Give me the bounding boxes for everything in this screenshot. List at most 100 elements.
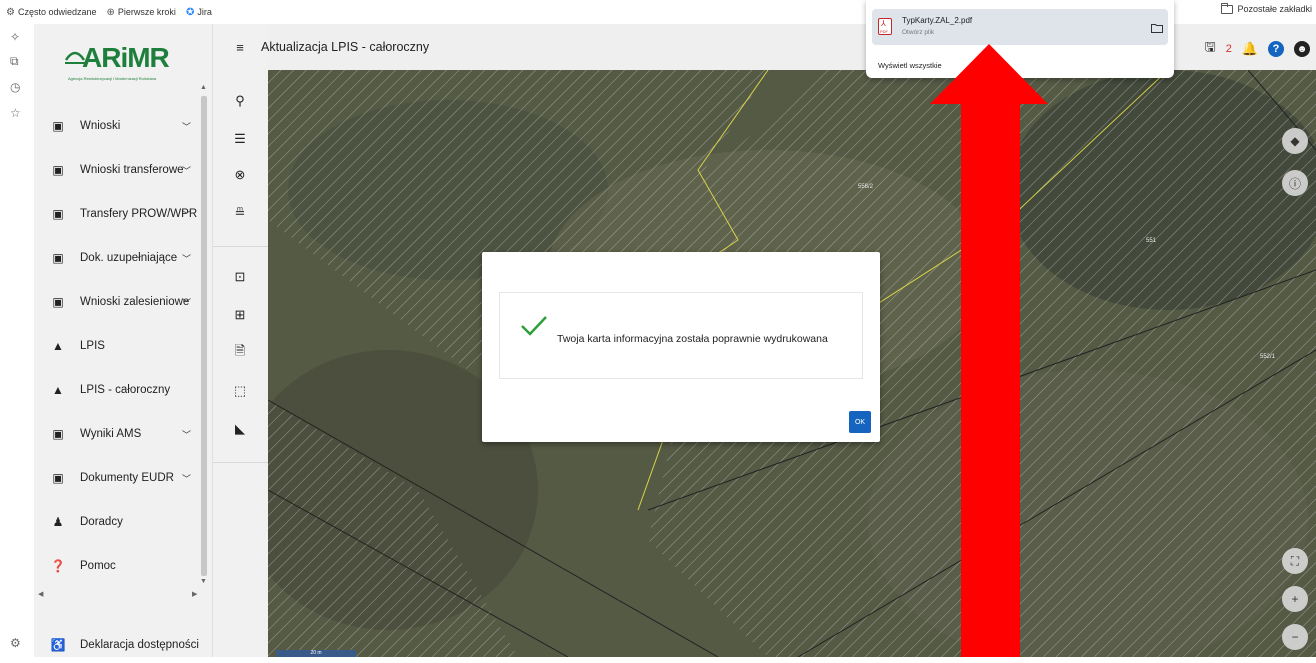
sidebar: ARiMR Agencja Restrukturyzacji i Moderni… — [34, 24, 212, 657]
sidebar-item-dokumenty-eudr[interactable]: ▣ Dokumenty EUDR ﹀ — [34, 460, 204, 496]
person-icon: ♟ — [52, 515, 64, 529]
sidebar-item-dok-uzupelniajace[interactable]: ▣ Dok. uzupełniające ﹀ — [34, 240, 204, 276]
sidebar-item-label: Wnioski zalesieniowe — [80, 296, 190, 308]
clipboard-icon: ▣ — [52, 427, 64, 441]
settings-icon[interactable]: ⚙ — [10, 636, 21, 650]
layers-icon[interactable]: ◆ — [1282, 128, 1308, 154]
arimr-logo: ARiMR Agencja Restrukturyzacji i Moderni… — [64, 42, 214, 90]
folder-icon — [1221, 2, 1234, 14]
other-bookmarks[interactable]: Pozostałe zakładki — [1221, 2, 1312, 14]
zoom-out-icon[interactable]: − — [1282, 624, 1308, 650]
sidebar-hscrollbar[interactable]: ◀ ▶ — [36, 590, 200, 598]
sidebar-item-label: Dok. uzupełniające — [80, 252, 178, 264]
mountain-icon: ▲ — [52, 383, 64, 397]
bookmark-pierwsze-kroki[interactable]: ⊕ Pierwsze kroki — [107, 7, 176, 18]
sidebar-item-wnioski-transferowe[interactable]: ▣ Wnioski transferowe ﹀ — [34, 152, 204, 188]
download-file-name: TypKarty.ZAL_2.pdf — [902, 16, 973, 25]
info-icon[interactable]: ⓘ — [1282, 170, 1308, 196]
scrollbar-thumb[interactable] — [201, 96, 207, 576]
sidebar-item-pomoc[interactable]: ❓ Pomoc — [34, 548, 204, 584]
ok-button[interactable]: OK — [849, 411, 871, 433]
other-bookmarks-label: Pozostałe zakładki — [1237, 4, 1312, 14]
chevron-down-icon: ﹀ — [182, 209, 192, 220]
map-toolbar: ≡ ⚲ ☰ ⊗ ≞ ⊡ ⊞ 🗎 ⬚ ◣ — [212, 24, 269, 657]
clipboard-icon: ▣ — [52, 207, 64, 221]
dialog-content: Twoja karta informacyjna została poprawn… — [499, 292, 863, 379]
list-alert-icon[interactable]: ≞ — [229, 202, 251, 224]
clipboard-icon: ▣ — [52, 471, 64, 485]
clipboard-icon: ▣ — [52, 163, 64, 177]
chevron-down-icon: ﹀ — [182, 253, 192, 264]
sidebar-item-label: Wnioski — [80, 120, 121, 132]
clipboard-icon: ▣ — [52, 295, 64, 309]
gear-icon: ⚙ — [6, 6, 15, 18]
toolbar-divider — [213, 246, 269, 247]
sidebar-item-label: Transfery PROW/WPR — [80, 208, 198, 220]
page-title: Aktualizacja LPIS - całoroczny — [261, 40, 430, 54]
sidebar-item-label: Wnioski transferowe — [80, 164, 184, 176]
star-icon[interactable]: ☆ — [10, 106, 21, 120]
sidebar-item-label: LPIS - całoroczny — [80, 384, 171, 396]
mountain-icon: ▲ — [52, 339, 64, 353]
scroll-left-icon[interactable]: ◀ — [38, 590, 43, 598]
list-icon[interactable]: ☰ — [229, 128, 251, 150]
info-box-icon[interactable]: ⊞ — [229, 304, 251, 326]
sidebar-item-label: Dokumenty EUDR — [80, 472, 174, 484]
history-icon[interactable]: ◷ — [10, 80, 20, 94]
search-icon[interactable]: ⚲ — [229, 90, 251, 112]
toolbar-divider — [213, 462, 269, 463]
tabs-icon[interactable]: ⧉ — [10, 54, 19, 69]
pdf-file-icon: ⅄ — [878, 18, 892, 35]
chevron-down-icon: ﹀ — [182, 121, 192, 132]
scroll-up-icon[interactable]: ▲ — [200, 84, 207, 91]
sidebar-item-wnioski-zalesieniowe[interactable]: ▣ Wnioski zalesieniowe ﹀ — [34, 284, 204, 320]
scroll-down-icon[interactable]: ▼ — [200, 578, 207, 585]
user-account-icon[interactable]: ☻ — [1294, 41, 1310, 57]
chevron-down-icon: ﹀ — [182, 165, 192, 176]
bell-icon[interactable]: 🔔 — [1242, 41, 1258, 57]
jira-icon: ✪ — [185, 6, 195, 18]
sidebar-item-transfery[interactable]: ▣ Transfery PROW/WPR ﹀ — [34, 196, 204, 232]
parcel-label: 558/2 — [858, 184, 874, 190]
sidebar-item-doradcy[interactable]: ♟ Doradcy — [34, 504, 204, 540]
fullscreen-icon[interactable]: ⛶ — [1282, 548, 1308, 574]
bounding-box-icon[interactable]: ⬚ — [229, 380, 251, 402]
measure-angle-icon[interactable]: ◣ — [229, 418, 251, 440]
notification-count: 2 — [1225, 43, 1232, 55]
parcel-label: 551 — [1146, 238, 1157, 244]
sidebar-item-label: Deklaracja dostępności — [80, 639, 199, 651]
hamburger-menu-icon[interactable]: ≡ — [229, 36, 251, 58]
sparkle-icon[interactable]: ✧ — [10, 30, 20, 44]
document-settings-icon[interactable]: 🗎 — [229, 342, 251, 364]
chevron-down-icon: ﹀ — [182, 429, 192, 440]
download-item[interactable]: ⅄ TypKarty.ZAL_2.pdf Otwórz plik — [872, 9, 1168, 45]
sidebar-item-label: Pomoc — [80, 560, 116, 572]
browser-side-panel: ✧ ⧉ ◷ ☆ ⚙ — [0, 24, 34, 657]
sidebar-item-wnioski[interactable]: ▣ Wnioski ﹀ — [34, 108, 204, 144]
chevron-down-icon: ﹀ — [182, 297, 192, 308]
bookmark-label: Jira — [197, 7, 212, 17]
sidebar-item-lpis[interactable]: ▲ LPIS — [34, 328, 204, 364]
globe-icon: ⊕ — [106, 6, 115, 18]
sidebar-item-lpis-caloroczny[interactable]: ▲ LPIS - całoroczny — [34, 372, 204, 408]
sidebar-item-deklaracja[interactable]: ♿ Deklaracja dostępności — [34, 627, 204, 663]
dialog-message: Twoja karta informacyjna została poprawn… — [557, 333, 828, 345]
success-dialog: Twoja karta informacyjna została poprawn… — [482, 252, 880, 442]
clear-circle-icon[interactable]: ⊗ — [229, 164, 251, 186]
sidebar-item-label: Doradcy — [80, 516, 123, 528]
bookmark-jira[interactable]: ✪ Jira — [186, 7, 212, 18]
sidebar-scrollbar[interactable]: ▲ ▼ — [200, 84, 208, 604]
sidebar-item-wyniki-ams[interactable]: ▣ Wyniki AMS ﹀ — [34, 416, 204, 452]
help-icon[interactable]: ? — [1268, 41, 1284, 57]
bookmark-label: Często odwiedzane — [17, 7, 97, 17]
scroll-right-icon[interactable]: ▶ — [192, 590, 197, 598]
logo-text: ARiMR — [82, 42, 170, 73]
select-area-icon[interactable]: ⊡ — [229, 266, 251, 288]
checkmark-icon — [521, 316, 547, 336]
zoom-in-icon[interactable]: + — [1282, 586, 1308, 612]
download-open-file[interactable]: Otwórz plik — [902, 29, 934, 36]
bookmark-czesto-odwiedzane[interactable]: ⚙ Często odwiedzane — [6, 7, 97, 18]
folder-icon[interactable] — [1151, 23, 1163, 33]
save-icon[interactable]: 🖫 — [1205, 38, 1216, 60]
red-arrow-annotation — [930, 44, 1048, 657]
